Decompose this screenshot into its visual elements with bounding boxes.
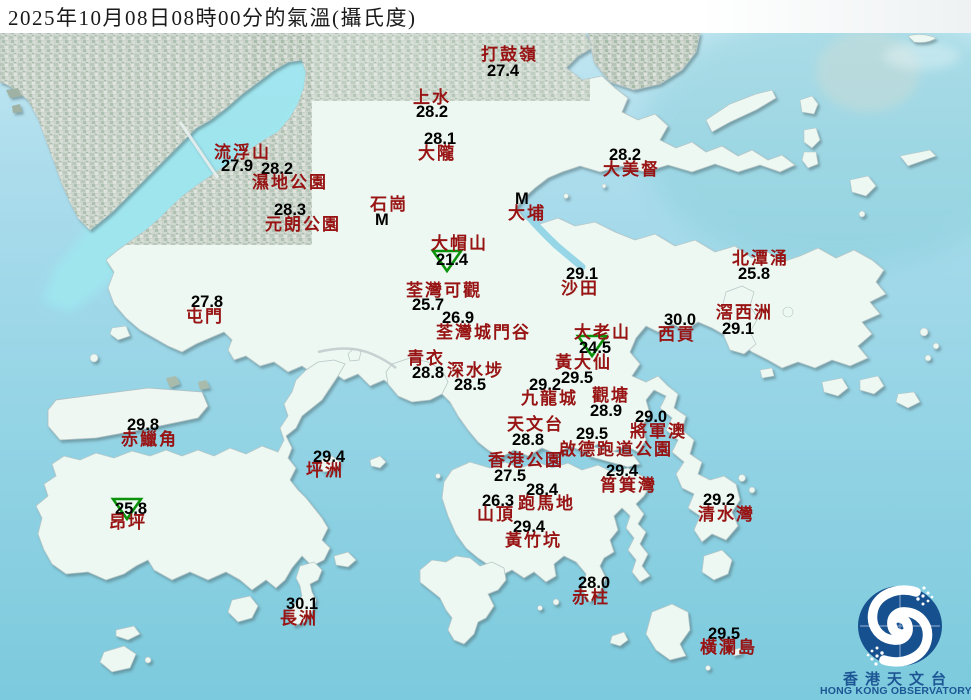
mirs-islet (859, 211, 865, 217)
title-bar: 2025年10月08日08時00分的氣溫(攝氏度) (0, 0, 971, 33)
weather-map-screen: 27.4打鼓嶺28.2上水28.1大隴27.9流浮山28.2濕地公園28.3元朗… (0, 0, 971, 700)
shelter-island (783, 307, 793, 317)
ninepin-islet (933, 343, 939, 349)
cwb-islet (749, 487, 755, 493)
tolo-islet (564, 194, 569, 199)
sha-chau (90, 354, 98, 362)
hko-logo: 香港天文台 HONG KONG OBSERVATORY (820, 578, 971, 700)
jin-island (760, 368, 774, 378)
soko-islet (145, 657, 151, 663)
green-island (436, 474, 441, 479)
ninepin-islet (920, 328, 928, 336)
south-islet (553, 599, 559, 605)
hko-logo-english: HONG KONG OBSERVATORY (820, 685, 971, 697)
south-islet (538, 606, 543, 611)
cwb-islet (739, 475, 746, 482)
ninepin-islet (925, 355, 931, 361)
islet (706, 666, 711, 671)
tolo-islet (602, 184, 606, 188)
cloud-patch (884, 42, 960, 70)
map-title: 2025年10月08日08時00分的氣溫(攝氏度) (0, 2, 417, 32)
